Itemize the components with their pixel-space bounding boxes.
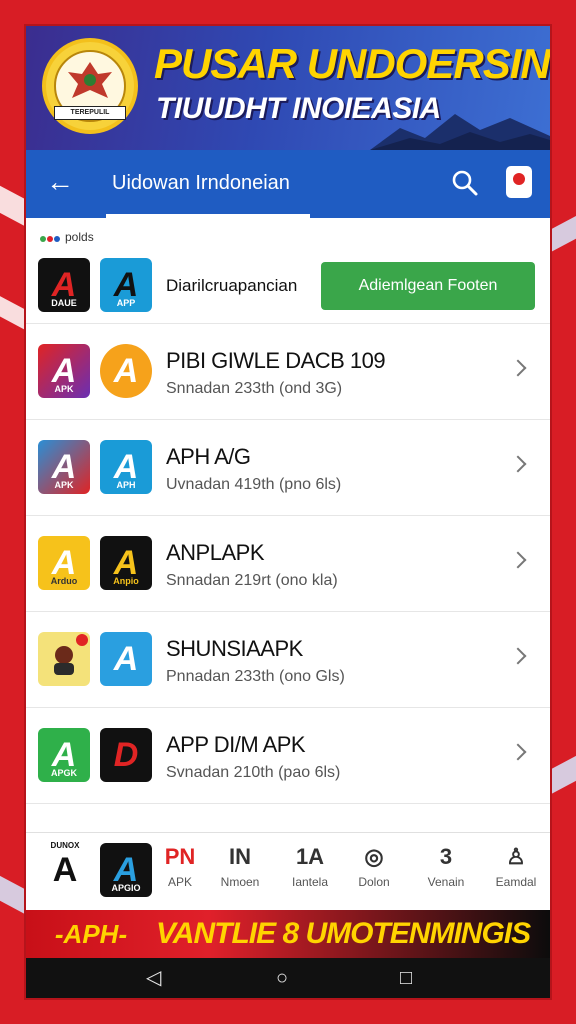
phone-screen: TEREPULIL PUSAR UNDOERSIN TIUUDHT INOIEA… <box>26 26 550 998</box>
nav-item-nmoen[interactable]: IN Nmoen <box>210 843 270 889</box>
chevron-right-icon <box>509 359 527 377</box>
header-banner: TEREPULIL PUSAR UNDOERSIN TIUUDHT INOIEA… <box>26 26 550 150</box>
featured-label: Diarilcruapancian <box>166 276 298 295</box>
app-icon: A APK <box>38 344 90 398</box>
banner-subtitle: TIUUDHT INOIEASIA <box>156 92 441 125</box>
list-item[interactable]: A APGK D APP DI/M APK Svnadan 210th (pao … <box>26 708 550 804</box>
search-icon[interactable] <box>450 168 480 198</box>
app-icon: A APK <box>38 440 90 494</box>
home-icon[interactable]: ○ <box>276 966 288 990</box>
chevron-right-icon <box>509 743 527 761</box>
app-subtitle: Uvnadan 419th (pno 6ls) <box>166 476 342 493</box>
back-icon[interactable]: ◁ <box>146 966 161 990</box>
apk-icon: PN <box>164 844 196 869</box>
app-icon: A APGK <box>38 728 90 782</box>
app-icon[interactable]: A APGIO <box>100 843 152 897</box>
app-title: APH A/G <box>166 444 251 469</box>
download-button[interactable]: Adiemlgean Footen <box>321 262 535 310</box>
app-icon: A <box>100 344 152 398</box>
appbar-title[interactable]: Uidowan Irndoneian <box>112 172 290 195</box>
media-icon: 1A <box>295 844 325 869</box>
color-dots-icon <box>40 231 61 245</box>
document-icon: 3 <box>439 844 453 869</box>
list-item[interactable]: A APK A APH APH A/G Uvnadan 419th (pno 6ls… <box>26 420 550 516</box>
app-title: SHUNSIAAPK <box>166 636 303 661</box>
emblem-ribbon: TEREPULIL <box>54 106 126 120</box>
section-tag: polds <box>40 230 94 245</box>
location-pin-icon[interactable] <box>506 166 532 198</box>
nav-item-eamdal[interactable]: ♙ Eamdal <box>486 843 546 889</box>
app-icon: A Anpio <box>100 536 152 590</box>
brand-a-icon: A <box>52 851 78 889</box>
app-icon: A APH <box>100 440 152 494</box>
tab-indicator <box>106 214 310 218</box>
app-bar: ← Uidowan Irndoneian <box>26 150 550 218</box>
app-icon <box>38 632 90 686</box>
app-icon: A <box>100 632 152 686</box>
app-title: APP DI/M APK <box>166 732 306 757</box>
emblem-logo: TEREPULIL <box>42 38 138 134</box>
app-icon[interactable]: A DAUE <box>38 258 90 312</box>
profile-icon: ♙ <box>506 844 526 869</box>
chevron-right-icon <box>509 647 527 665</box>
recents-icon[interactable]: □ <box>400 966 412 990</box>
promo-banner[interactable]: -APH- VANTLIE 8 UMOTENMINGIS <box>26 910 550 958</box>
app-icon[interactable]: A APP <box>100 258 152 312</box>
section-tag-label: polds <box>65 230 94 244</box>
nav-item-iantela[interactable]: 1A Iantela <box>280 843 340 889</box>
app-icon: D <box>100 728 152 782</box>
list-item[interactable]: A APK A PIBI GIWLE DACB 109 Snnadan 233th… <box>26 324 550 420</box>
system-navigation-bar: ◁ ○ □ <box>26 958 550 998</box>
banner-title: PUSAR UNDOERSIN <box>154 40 550 87</box>
list-item[interactable]: A SHUNSIAAPK Pnnadan 233th (ono Gls) <box>26 612 550 708</box>
app-subtitle: Svnadan 210th (pao 6ls) <box>166 764 341 781</box>
promo-left-text: -APH- <box>54 918 128 949</box>
promo-right-text: VANTLIE 8 UMOTENMINGIS <box>156 917 531 950</box>
notification-dot-icon <box>76 634 88 646</box>
featured-row: A DAUE A APP Diarilcruapancian Adiemlgea… <box>26 252 550 324</box>
chat-icon: ◎ <box>364 844 384 869</box>
list-item[interactable]: A Arduo A Anpio ANPLAPK Snnadan 219rt (ono… <box>26 516 550 612</box>
app-icon: A Arduo <box>38 536 90 590</box>
nav-item-apk[interactable]: PN APK <box>150 843 210 889</box>
app-subtitle: Pnnadan 233th (ono Gls) <box>166 668 345 685</box>
nav-item-venain[interactable]: 3 Venain <box>416 843 476 889</box>
nav-item-dolon[interactable]: ◎ Dolon <box>344 843 404 889</box>
news-icon: IN <box>229 844 251 869</box>
brand-logo[interactable]: DUNOX A <box>38 841 92 901</box>
app-title: ANPLAPK <box>166 540 265 565</box>
chevron-right-icon <box>509 551 527 569</box>
back-arrow-icon[interactable]: ← <box>46 168 74 196</box>
app-title: PIBI GIWLE DACB 109 <box>166 348 386 373</box>
app-subtitle: Snnadan 233th (ond 3G) <box>166 380 343 397</box>
chevron-right-icon <box>509 455 527 473</box>
bottom-navigation: DUNOX A A APGIO PN APK IN Nmoen 1A Iantel… <box>26 832 550 910</box>
app-subtitle: Snnadan 219rt (ono kla) <box>166 572 338 589</box>
